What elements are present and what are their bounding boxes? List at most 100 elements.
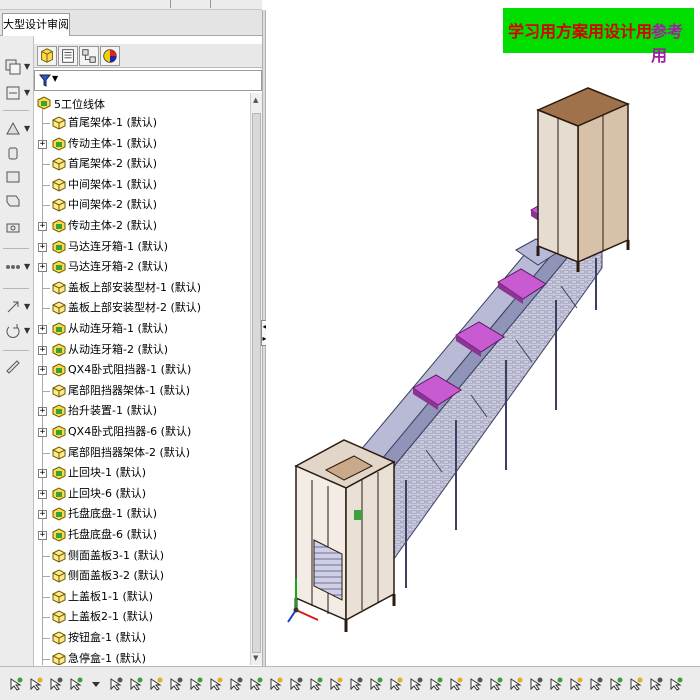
filter-weld-icon[interactable]: [288, 676, 304, 692]
expand-icon[interactable]: +: [38, 325, 47, 334]
filter-edges-icon[interactable]: [48, 676, 64, 692]
property-manager-tab-icon[interactable]: [58, 46, 78, 66]
chevron-down-icon[interactable]: [88, 676, 104, 692]
chevron-down-icon[interactable]: ▼: [24, 302, 30, 311]
move-component-icon[interactable]: [4, 120, 22, 138]
filter-camera-icon[interactable]: [608, 676, 624, 692]
insert-component-icon[interactable]: [4, 84, 22, 102]
expand-icon[interactable]: +: [38, 222, 47, 231]
expand-icon[interactable]: +: [38, 263, 47, 273]
tree-item[interactable]: 尾部阻挡器架体-1 (默认): [34, 381, 250, 401]
filter-spline-icon[interactable]: [548, 676, 564, 692]
filter-block-icon[interactable]: [388, 676, 404, 692]
tree-item[interactable]: 上盖板1-1 (默认): [34, 587, 250, 607]
tree-item[interactable]: + 传动主体-2 (默认): [34, 216, 250, 236]
scroll-up-icon[interactable]: ▲: [253, 96, 258, 104]
expand-icon[interactable]: +: [38, 345, 47, 355]
tab-large-design-review[interactable]: 大型设计审阅: [2, 13, 70, 36]
tree-item[interactable]: + QX4卧式阻挡器-6 (默认): [34, 422, 250, 442]
filter-sketch-icon[interactable]: [188, 676, 204, 692]
filter-faces-icon[interactable]: [108, 676, 124, 692]
filter-hole-icon[interactable]: [348, 676, 364, 692]
tree-item[interactable]: + 马达连牙箱-1 (默认): [34, 237, 250, 257]
chevron-down-icon[interactable]: ▼: [24, 62, 30, 71]
graphics-viewport[interactable]: [266, 10, 700, 666]
filter-bar[interactable]: ▼: [34, 70, 262, 91]
filter-tolerance-icon[interactable]: [328, 676, 344, 692]
pointer-icon[interactable]: [68, 676, 84, 692]
chevron-down-icon[interactable]: ▼: [24, 262, 30, 271]
display-manager-tab-icon[interactable]: [100, 46, 120, 66]
rotate-icon[interactable]: [4, 322, 22, 340]
tree-scrollbar[interactable]: ▲ ▼: [250, 93, 262, 665]
tree-item[interactable]: + QX4卧式阻挡器-1 (默认): [34, 360, 250, 380]
chevron-down-icon[interactable]: ▼: [24, 326, 30, 335]
tree-item[interactable]: + 托盘底盘-1 (默认): [34, 504, 250, 524]
filter-datum-icon[interactable]: [308, 676, 324, 692]
tree-item[interactable]: 急停盒-1 (默认): [34, 649, 250, 665]
filter-light-icon[interactable]: [588, 676, 604, 692]
tree-item[interactable]: + 托盘底盘-6 (默认): [34, 525, 250, 545]
chevron-down-icon[interactable]: ▼: [52, 74, 58, 83]
tree-item[interactable]: 尾部阻挡器架体-2 (默认): [34, 443, 250, 463]
tree-item[interactable]: + 马达连牙箱-2 (默认): [34, 257, 250, 277]
filter-vertices-icon[interactable]: [28, 676, 44, 692]
smart-fastener-icon[interactable]: [4, 298, 22, 316]
expand-icon[interactable]: +: [38, 469, 47, 479]
scroll-thumb[interactable]: [252, 113, 261, 653]
tree-item[interactable]: 侧面盖板3-2 (默认): [34, 566, 250, 586]
tree-item[interactable]: 按钮盒-1 (默认): [34, 628, 250, 648]
tree-item[interactable]: + 止回块-6 (默认): [34, 484, 250, 504]
filter-point-icon[interactable]: [208, 676, 224, 692]
expand-icon[interactable]: +: [38, 489, 47, 499]
explode-icon[interactable]: [4, 168, 22, 186]
filter-axis-icon[interactable]: [148, 676, 164, 692]
filter-planes-icon[interactable]: [168, 676, 184, 692]
tree-item[interactable]: + 从动连牙箱-2 (默认): [34, 340, 250, 360]
tree-item[interactable]: + 从动连牙箱-1 (默认): [34, 319, 250, 339]
section-icon[interactable]: [4, 192, 22, 210]
expand-icon[interactable]: +: [38, 366, 47, 376]
filter-wire-icon[interactable]: [528, 676, 544, 692]
tree-item[interactable]: + 抬升装置-1 (默认): [34, 401, 250, 421]
hand-icon[interactable]: [4, 144, 22, 162]
filter-view-icon[interactable]: [668, 676, 684, 692]
tree-root[interactable]: 5工位线体: [34, 93, 250, 113]
filter-solid-icon[interactable]: [428, 676, 444, 692]
filter-dimension-icon[interactable]: [228, 676, 244, 692]
mate-icon[interactable]: [4, 58, 22, 76]
tree-item[interactable]: 盖板上部安装型材-2 (默认): [34, 298, 250, 318]
chevron-down-icon[interactable]: ▼: [24, 88, 30, 97]
expand-icon[interactable]: +: [38, 139, 47, 149]
expand-icon[interactable]: +: [38, 428, 47, 437]
filter-decal-icon[interactable]: [628, 676, 644, 692]
tree-item[interactable]: 中间架体-1 (默认): [34, 175, 250, 195]
expand-icon[interactable]: +: [38, 510, 47, 520]
configuration-manager-tab-icon[interactable]: [79, 46, 99, 66]
tree-item[interactable]: 首尾架体-2 (默认): [34, 154, 250, 174]
select-filter-icon[interactable]: [8, 676, 24, 692]
tree-item[interactable]: 盖板上部安装型材-1 (默认): [34, 278, 250, 298]
filter-balloon-icon[interactable]: [268, 676, 284, 692]
filter-surface-icon[interactable]: [128, 676, 144, 692]
filter-route-icon[interactable]: [508, 676, 524, 692]
filter-curve-icon[interactable]: [568, 676, 584, 692]
pattern-icon[interactable]: [4, 258, 22, 276]
camera-icon[interactable]: [4, 218, 22, 236]
filter-mate-icon[interactable]: [488, 676, 504, 692]
expand-icon[interactable]: +: [38, 407, 47, 417]
tree-item[interactable]: 侧面盖板3-1 (默认): [34, 546, 250, 566]
filter-icon[interactable]: [39, 74, 51, 87]
tree-item[interactable]: + 止回块-1 (默认): [34, 463, 250, 483]
tree-item[interactable]: + 传动主体-1 (默认): [34, 134, 250, 154]
filter-table-icon[interactable]: [408, 676, 424, 692]
tree-item[interactable]: 首尾架体-1 (默认): [34, 113, 250, 133]
scroll-down-icon[interactable]: ▼: [253, 654, 258, 662]
feature-tree-tab-icon[interactable]: [37, 46, 57, 66]
expand-icon[interactable]: +: [38, 242, 47, 252]
tree-item[interactable]: 中间架体-2 (默认): [34, 195, 250, 215]
filter-component-icon[interactable]: [468, 676, 484, 692]
expand-icon[interactable]: +: [38, 531, 47, 540]
filter-scene-icon[interactable]: [648, 676, 664, 692]
filter-body-icon[interactable]: [448, 676, 464, 692]
